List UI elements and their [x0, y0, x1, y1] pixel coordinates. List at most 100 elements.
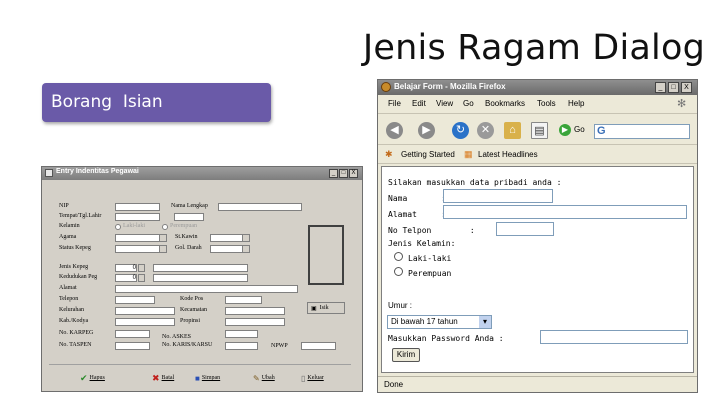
agama-combo[interactable] — [115, 234, 167, 242]
tgl-lahir-field[interactable] — [174, 213, 204, 221]
no-karpeg-label: No. KARPEG — [59, 330, 94, 336]
laki-laki-label: Laki-laki — [123, 223, 145, 229]
kedudukan-peg-value[interactable]: 0 — [115, 274, 137, 282]
kode-pos-field[interactable] — [225, 296, 262, 304]
nip-field[interactable] — [115, 203, 160, 211]
st-kawin-combo[interactable] — [210, 234, 250, 242]
menu-tools[interactable]: Tools — [537, 99, 556, 108]
alamat-field[interactable] — [115, 285, 298, 293]
save-icon: ■ — [195, 373, 200, 383]
kedudukan-peg-spinner[interactable] — [138, 274, 145, 282]
gol-darah-label: Gol. Darah — [175, 245, 202, 251]
simpan-button[interactable]: ■ Simpan — [195, 371, 220, 385]
tempat-lahir-field[interactable] — [115, 213, 160, 221]
menu-go[interactable]: Go — [463, 99, 474, 108]
door-exit-icon: ▯ — [301, 373, 306, 383]
no-telpon-label: No Telpon : — [388, 226, 475, 235]
isik-button[interactable]: ▣ Isik — [307, 302, 345, 314]
forward-icon[interactable]: ▶ — [418, 122, 435, 139]
nip-label: NIP — [59, 203, 69, 209]
keluar-button[interactable]: ▯ Keluar — [301, 371, 324, 385]
jenis-kepeg-label: Jenis Kepeg — [59, 264, 89, 270]
kecamatan-field[interactable] — [225, 307, 285, 315]
jenis-kepeg-spinner[interactable] — [138, 264, 145, 272]
no-karpeg-field[interactable] — [115, 330, 150, 338]
kab-kodya-field[interactable] — [115, 318, 175, 326]
telepon-label: Telepon — [59, 296, 79, 302]
st-kawin-label: St.Kawin — [175, 234, 198, 240]
form-label-box: Borang Isian — [42, 83, 271, 122]
back-icon[interactable]: ◀ — [386, 122, 403, 139]
navigation-toolbar: ◀ ▶ ↻ ✕ ⌂ ▤ ▶ Go G — [378, 113, 697, 145]
no-telpon-input[interactable] — [496, 222, 554, 236]
form-label-text: Borang Isian — [51, 92, 163, 112]
umur-select[interactable]: Di bawah 17 tahun — [387, 315, 492, 329]
perempuan-radio[interactable] — [162, 224, 168, 230]
no-askes-field[interactable] — [225, 330, 258, 338]
nama-input[interactable] — [443, 189, 553, 203]
keluar-label: Keluar — [307, 375, 324, 381]
edit-icon: ✎ — [253, 373, 260, 383]
url-bar[interactable]: G — [594, 124, 690, 139]
npwp-field[interactable] — [301, 342, 336, 350]
bookmark-getting-started[interactable]: Getting Started — [401, 150, 455, 159]
propinsi-field[interactable] — [225, 318, 285, 326]
maximize-button[interactable]: □ — [339, 169, 348, 178]
bookmarks-toolbar: ✱ Getting Started ▦ Latest Headlines — [378, 146, 697, 164]
stop-icon[interactable]: ✕ — [477, 122, 494, 139]
jenis-kepeg-value[interactable]: 0 — [115, 264, 137, 272]
minimize-button[interactable]: _ — [329, 169, 338, 178]
go-label[interactable]: Go — [574, 125, 585, 134]
laki-laki-radio[interactable] — [394, 252, 403, 261]
page-content: Silakan masukkan data pribadi anda : Nam… — [381, 166, 694, 373]
no-karis-karsu-field[interactable] — [225, 342, 258, 350]
reload-icon[interactable]: ↻ — [452, 122, 469, 139]
bookmark-latest-headlines[interactable]: Latest Headlines — [478, 150, 538, 159]
home-icon[interactable]: ⌂ — [504, 122, 521, 139]
perempuan-label: Perempuan — [408, 269, 452, 278]
tempat-tgl-lahir-label: Tempat/Tgl.Lahir — [59, 213, 102, 219]
menu-bar: File Edit View Go Bookmarks Tools Help ✻ — [378, 97, 697, 111]
gol-darah-combo[interactable] — [210, 245, 250, 253]
nama-lengkap-field[interactable] — [218, 203, 302, 211]
menu-bookmarks[interactable]: Bookmarks — [485, 99, 525, 108]
alamat-input[interactable] — [443, 205, 687, 219]
kedudukan-peg-desc-field[interactable] — [153, 274, 248, 282]
menu-help[interactable]: Help — [568, 99, 584, 108]
minimize-button[interactable]: _ — [655, 82, 666, 93]
nama-lengkap-label: Nama Lengkap — [171, 203, 208, 209]
batal-button[interactable]: ✖ Batal — [152, 371, 174, 385]
go-icon[interactable]: ▶ — [559, 124, 571, 136]
kirim-button[interactable]: Kirim — [392, 348, 420, 362]
window-app-icon — [45, 169, 53, 177]
close-button[interactable]: X — [681, 82, 692, 93]
simpan-label: Simpan — [201, 375, 221, 381]
kab-kodya-label: Kab./Kodya — [59, 318, 89, 324]
ubah-button[interactable]: ✎ Ubah — [253, 371, 275, 385]
photo-frame[interactable] — [308, 225, 344, 285]
entry-pegawai-window: Entry Indentitas Pegawai _ □ X NIP Nama … — [41, 166, 363, 392]
laki-laki-label: Laki-laki — [408, 254, 452, 263]
menu-view[interactable]: View — [436, 99, 453, 108]
page-icon[interactable]: ▤ — [531, 122, 548, 139]
status-kepeg-combo[interactable] — [115, 245, 167, 253]
perempuan-radio[interactable] — [394, 267, 403, 276]
kecamatan-label: Kecamatan — [180, 307, 207, 313]
jenis-kepeg-desc-field[interactable] — [153, 264, 248, 272]
telepon-field[interactable] — [115, 296, 155, 304]
hapus-button[interactable]: ✔ Hapus — [80, 371, 105, 385]
menu-edit[interactable]: Edit — [412, 99, 426, 108]
cross-icon: ✖ — [152, 372, 160, 383]
no-taspen-field[interactable] — [115, 342, 150, 350]
maximize-button[interactable]: □ — [668, 82, 679, 93]
menu-file[interactable]: File — [388, 99, 401, 108]
kedudukan-peg-label: Kedudukan Peg — [59, 274, 98, 280]
kelurahan-field[interactable] — [115, 307, 175, 315]
close-button[interactable]: X — [349, 169, 358, 178]
password-input[interactable] — [540, 330, 688, 344]
laki-laki-radio[interactable] — [115, 224, 121, 230]
no-askes-label: No. ASKES — [162, 334, 192, 340]
no-karis-karsu-label: No. KARIS/KARSU — [162, 342, 213, 348]
agama-label: Agama — [59, 234, 77, 240]
status-bar: Done — [378, 376, 697, 392]
